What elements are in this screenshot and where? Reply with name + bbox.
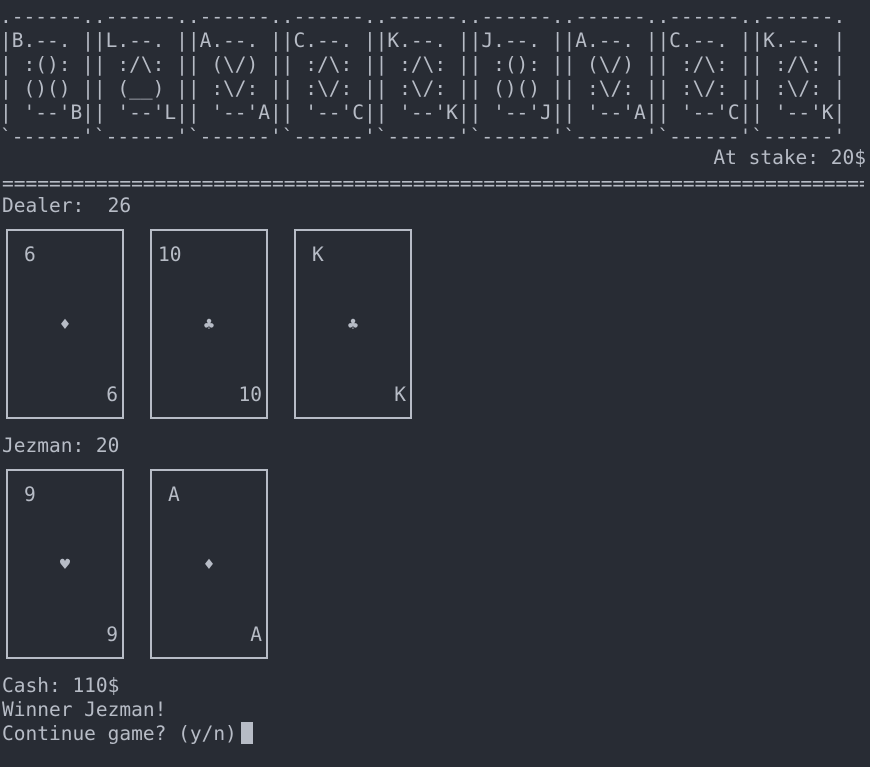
card-rank: 6 [106,383,118,406]
card-rank: 10 [158,243,182,266]
diamond-suit-icon: ♦ [59,315,71,335]
card-rank: 9 [106,623,118,646]
club-suit-icon: ♣ [347,315,359,335]
ascii-title-banner: .------..------..------..------..------.… [0,5,846,148]
winner-message: Winner Jezman! [2,698,167,721]
divider-line: ========================================… [2,172,864,195]
card-rank: A [168,483,180,506]
card-rank: 6 [24,243,36,266]
stake-amount: At stake: 20$ [713,146,866,169]
card-rank: K [312,243,324,266]
club-suit-icon: ♣ [203,315,215,335]
player-card: 9 ♥ 9 [6,469,124,659]
diamond-suit-icon: ♦ [203,555,215,575]
dealer-card: K ♣ K [294,229,412,419]
terminal-cursor[interactable] [240,722,253,744]
dealer-card: 6 ♦ 6 [6,229,124,419]
card-rank: K [394,383,406,406]
continue-prompt: Continue game? (y/n) [2,722,237,745]
card-rank: 9 [24,483,36,506]
card-rank: 10 [238,383,262,406]
player-score: Jezman: 20 [2,434,120,457]
continue-prompt-line[interactable]: Continue game? (y/n) [2,722,253,746]
heart-suit-icon: ♥ [59,555,71,575]
cash-balance: Cash: 110$ [2,674,120,697]
dealer-score: Dealer: 26 [2,194,132,217]
dealer-card: 10 ♣ 10 [150,229,268,419]
player-card: A ♦ A [150,469,268,659]
card-rank: A [250,623,262,646]
